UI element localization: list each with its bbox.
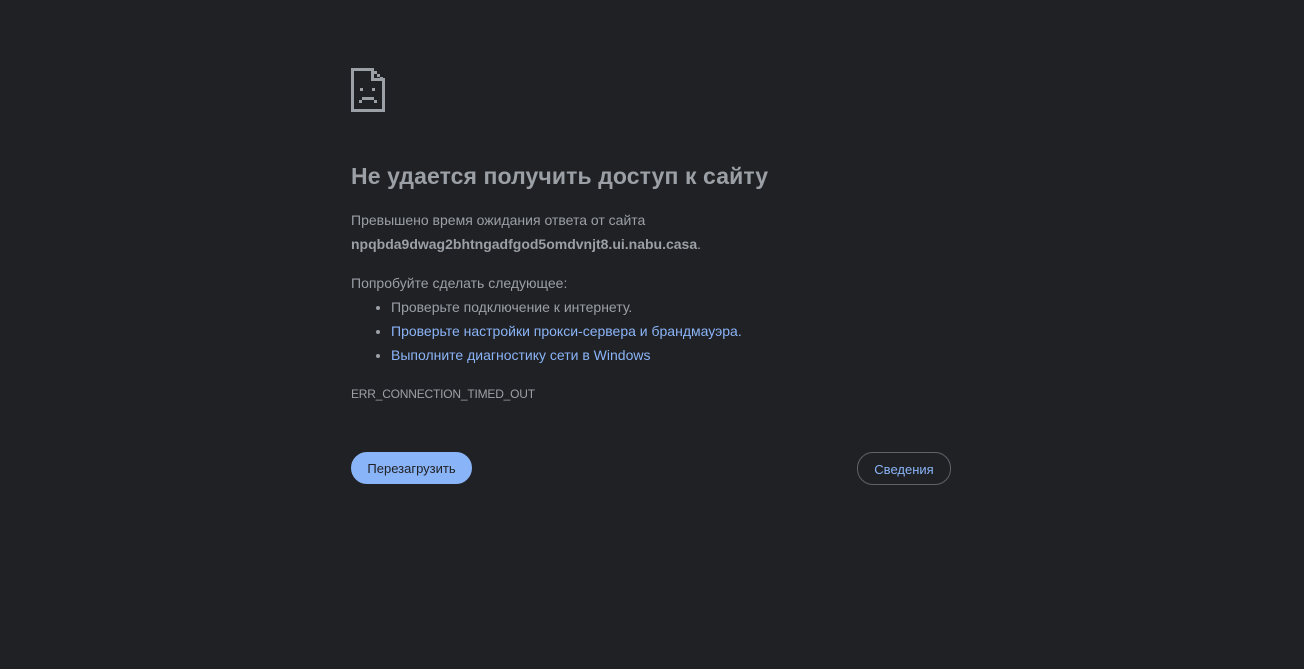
page-title: Не удается получить доступ к сайту <box>351 163 769 189</box>
proxy-settings-link[interactable]: Проверьте настройки прокси-сервера и бра… <box>391 323 738 339</box>
error-content: Не удается получить доступ к сайту Превы… <box>351 68 951 402</box>
host-suffix: . <box>697 236 702 252</box>
description-text: Превышено время ожидания ответа от сайта <box>351 212 646 228</box>
link-suffix: . <box>737 323 742 339</box>
suggestions-heading: Попробуйте сделать следующее: <box>351 275 568 291</box>
suggestion-check-connection: Проверьте подключение к интернету. <box>391 295 951 319</box>
error-code: ERR_CONNECTION_TIMED_OUT <box>351 387 535 401</box>
error-description: Превышено время ожидания ответа от сайта… <box>351 208 951 256</box>
site-host: npqbda9dwag2bhtngadfgod5omdvnjt8.ui.nabu… <box>351 236 698 252</box>
network-diagnostics-link[interactable]: Выполните диагностику сети в Windows <box>391 347 650 363</box>
suggestion-network-diagnostics[interactable]: Выполните диагностику сети в Windows <box>391 343 951 367</box>
suggestion-check-proxy[interactable]: Проверьте настройки прокси-сервера и бра… <box>391 319 951 343</box>
details-button[interactable]: Сведения <box>857 452 951 485</box>
sad-page-icon <box>351 68 385 112</box>
suggestion-text: Проверьте подключение к интернету. <box>391 299 633 315</box>
suggestions-list: Проверьте подключение к интернету. Прове… <box>351 295 951 367</box>
error-page: Не удается получить доступ к сайту Превы… <box>0 0 1304 669</box>
reload-button[interactable]: Перезагрузить <box>351 452 472 484</box>
